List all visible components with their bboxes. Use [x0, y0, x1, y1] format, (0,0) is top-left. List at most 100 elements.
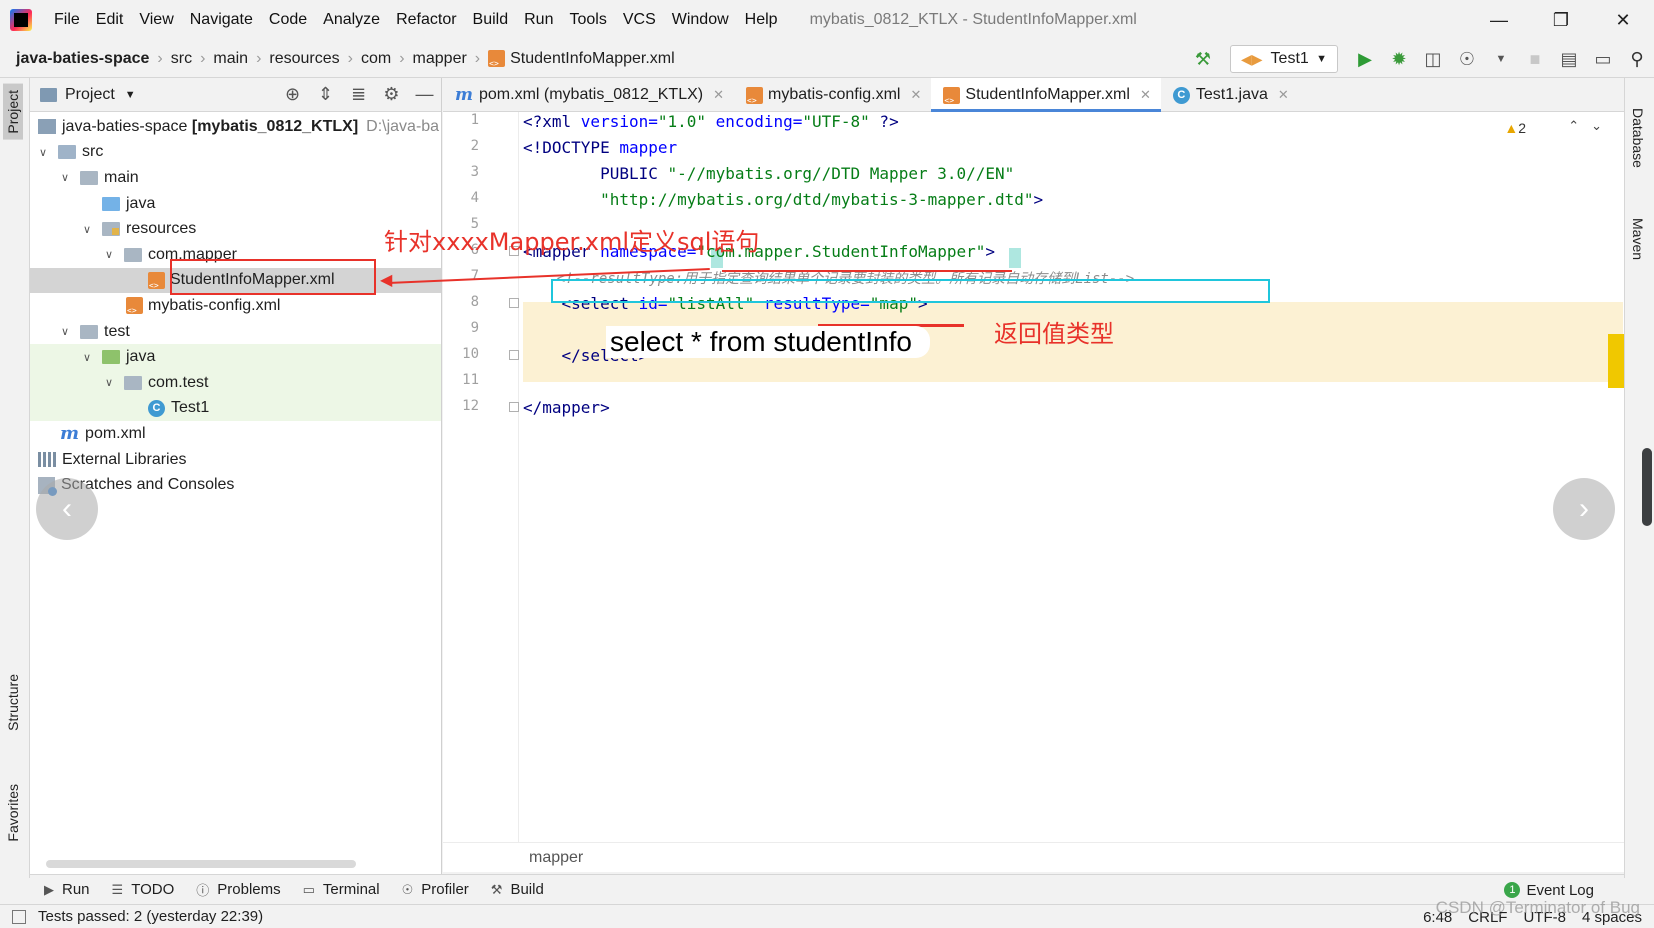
chevron-down-icon[interactable]: ∨ [80, 223, 94, 236]
minimize-icon[interactable]: — [1468, 0, 1530, 40]
tool-build[interactable]: ⚒ Build [491, 881, 544, 898]
tree-item-mybatis-config-xml[interactable]: mybatis-config.xml [30, 293, 441, 319]
menu-analyze[interactable]: Analyze [315, 11, 388, 29]
debug-icon[interactable]: ✹ [1384, 44, 1414, 74]
menu-edit[interactable]: Edit [88, 11, 132, 29]
horizontal-scrollbar[interactable] [46, 860, 356, 868]
tool-todo[interactable]: ☰ TODO [112, 881, 175, 898]
carousel-prev-button[interactable]: ‹ [36, 478, 98, 540]
stripe-tab-maven[interactable]: Maven [1630, 218, 1646, 260]
fold-marker-icon[interactable] [509, 298, 519, 308]
chevron-down-icon: ▼ [1316, 53, 1327, 65]
chevron-down-icon[interactable]: ∨ [102, 376, 116, 389]
menu-vcs[interactable]: VCS [615, 11, 664, 29]
menu-navigate[interactable]: Navigate [182, 11, 261, 29]
menu-code[interactable]: Code [261, 11, 315, 29]
chevron-down-icon[interactable]: ∨ [80, 351, 94, 364]
menu-run[interactable]: Run [516, 11, 561, 29]
tree-item-external-libraries[interactable]: External Libraries [30, 447, 441, 473]
menu-refactor[interactable]: Refactor [388, 11, 464, 29]
tool-profiler[interactable]: ☉ Profiler [402, 881, 469, 898]
run-configuration-select[interactable]: ◀▶ Test1 ▼ [1230, 45, 1338, 73]
warning-navigation[interactable]: ⌃⌄ [1568, 118, 1614, 134]
fold-marker-icon[interactable] [509, 402, 519, 412]
tab-studentinfomapper-xml[interactable]: StudentInfoMapper.xml ✕ [931, 78, 1162, 113]
collapse-all-icon[interactable]: ≣ [342, 84, 375, 105]
tree-item-java[interactable]: java [30, 191, 441, 217]
stop-icon[interactable]: ■ [1520, 44, 1550, 74]
breadcrumb-mapper[interactable]: mapper [413, 50, 467, 68]
tree-item-src[interactable]: ∨ src [30, 140, 441, 166]
chevron-down-icon[interactable]: ∨ [58, 171, 72, 184]
more-run-icon[interactable]: ▼ [1486, 44, 1516, 74]
tree-item-pom-xml[interactable]: m pom.xml [30, 421, 441, 447]
breadcrumb-file[interactable]: StudentInfoMapper.xml [488, 50, 675, 68]
restore-icon[interactable]: ❐ [1530, 0, 1592, 40]
build-hammer-icon: ⚒ [490, 881, 503, 897]
tool-problems[interactable]: ⓘ Problems [196, 880, 280, 899]
locate-icon[interactable]: ⊕ [276, 84, 309, 105]
breadcrumb-com[interactable]: com [361, 50, 391, 68]
close-icon[interactable]: ✕ [1140, 87, 1151, 103]
fold-marker-icon[interactable] [509, 350, 519, 360]
search-icon[interactable]: ⚲ [1622, 44, 1652, 74]
tree-item-label: src [82, 143, 104, 161]
tool-terminal[interactable]: ▭ Terminal [303, 881, 380, 898]
stripe-tab-database[interactable]: Database [1630, 108, 1646, 168]
breadcrumb-file-label: StudentInfoMapper.xml [510, 49, 675, 67]
menu-view[interactable]: View [131, 11, 181, 29]
menu-tools[interactable]: Tools [561, 11, 614, 29]
chevron-down-icon[interactable]: ∨ [102, 248, 116, 261]
tree-item-main[interactable]: ∨ main [30, 165, 441, 191]
tree-item-project-root[interactable]: java-baties-space [mybatis_0812_KTLX] D:… [30, 114, 441, 140]
editor-breadcrumb[interactable]: mapper [443, 842, 1624, 872]
close-icon[interactable]: ✕ [910, 87, 921, 103]
coverage-icon[interactable]: ◫ [1418, 44, 1448, 74]
tab-pom-xml[interactable]: m pom.xml (mybatis_0812_KTLX) ✕ [443, 78, 734, 112]
tool-run[interactable]: ▶ Run [44, 881, 90, 898]
menu-window[interactable]: Window [664, 11, 737, 29]
stripe-tab-project[interactable]: Project [3, 84, 23, 140]
run-icon[interactable]: ▶ [1350, 44, 1380, 74]
chevron-up-icon[interactable]: ⌃ [1568, 118, 1591, 133]
terminal-window-icon[interactable]: ▭ [1588, 44, 1618, 74]
tree-item-com-test[interactable]: ∨ com.test [30, 369, 441, 396]
tree-item-resources[interactable]: ∨ resources [30, 216, 441, 242]
inspection-warnings[interactable]: ▲2 [1504, 120, 1526, 136]
stripe-tab-structure[interactable]: Structure [3, 668, 23, 737]
profiler-icon: ☉ [401, 881, 414, 897]
stripe-tab-favorites[interactable]: Favorites [3, 778, 23, 848]
close-icon[interactable]: ✕ [713, 87, 724, 103]
tab-test1-java[interactable]: C Test1.java ✕ [1161, 78, 1299, 112]
breadcrumb-src[interactable]: src [171, 50, 192, 68]
status-message[interactable]: Tests passed: 2 (yesterday 22:39) [38, 908, 263, 925]
build-hammer-icon[interactable]: ⚒ [1188, 44, 1218, 74]
hide-panel-icon[interactable]: — [408, 84, 441, 105]
project-view-selector[interactable]: Project ▼ [40, 86, 136, 104]
project-structure-icon[interactable]: ▤ [1554, 44, 1584, 74]
tree-item-test1[interactable]: C Test1 [30, 395, 441, 422]
toggle-tool-windows-icon[interactable] [12, 909, 26, 924]
scrollbar-thumb[interactable] [1642, 448, 1652, 526]
chevron-down-icon[interactable]: ∨ [36, 146, 50, 159]
chevron-down-icon[interactable]: ∨ [58, 325, 72, 338]
carousel-next-button[interactable]: › [1553, 478, 1615, 540]
breadcrumb-resources[interactable]: resources [269, 50, 339, 68]
close-icon[interactable]: ✕ [1278, 87, 1289, 103]
chevron-down-icon[interactable]: ⌄ [1591, 118, 1614, 133]
menu-file[interactable]: File [46, 11, 88, 29]
warning-stripe-marker[interactable] [1608, 334, 1624, 388]
breadcrumb-project[interactable]: java-baties-space [16, 50, 149, 68]
tab-mybatis-config-xml[interactable]: mybatis-config.xml ✕ [734, 78, 931, 112]
profile-icon[interactable]: ☉ [1452, 44, 1482, 74]
menu-help[interactable]: Help [737, 11, 786, 29]
gear-icon[interactable]: ⚙ [375, 84, 408, 105]
tree-item-test-java[interactable]: ∨ java [30, 344, 441, 370]
tree-item-label: External Libraries [62, 450, 187, 468]
menu-build[interactable]: Build [465, 11, 517, 29]
expand-all-icon[interactable]: ⇕ [309, 84, 342, 105]
tree-item-test[interactable]: ∨ test [30, 319, 441, 345]
breadcrumb-main[interactable]: main [213, 50, 248, 68]
close-window-icon[interactable]: ✕ [1592, 0, 1654, 40]
resources-folder-icon [102, 222, 120, 237]
